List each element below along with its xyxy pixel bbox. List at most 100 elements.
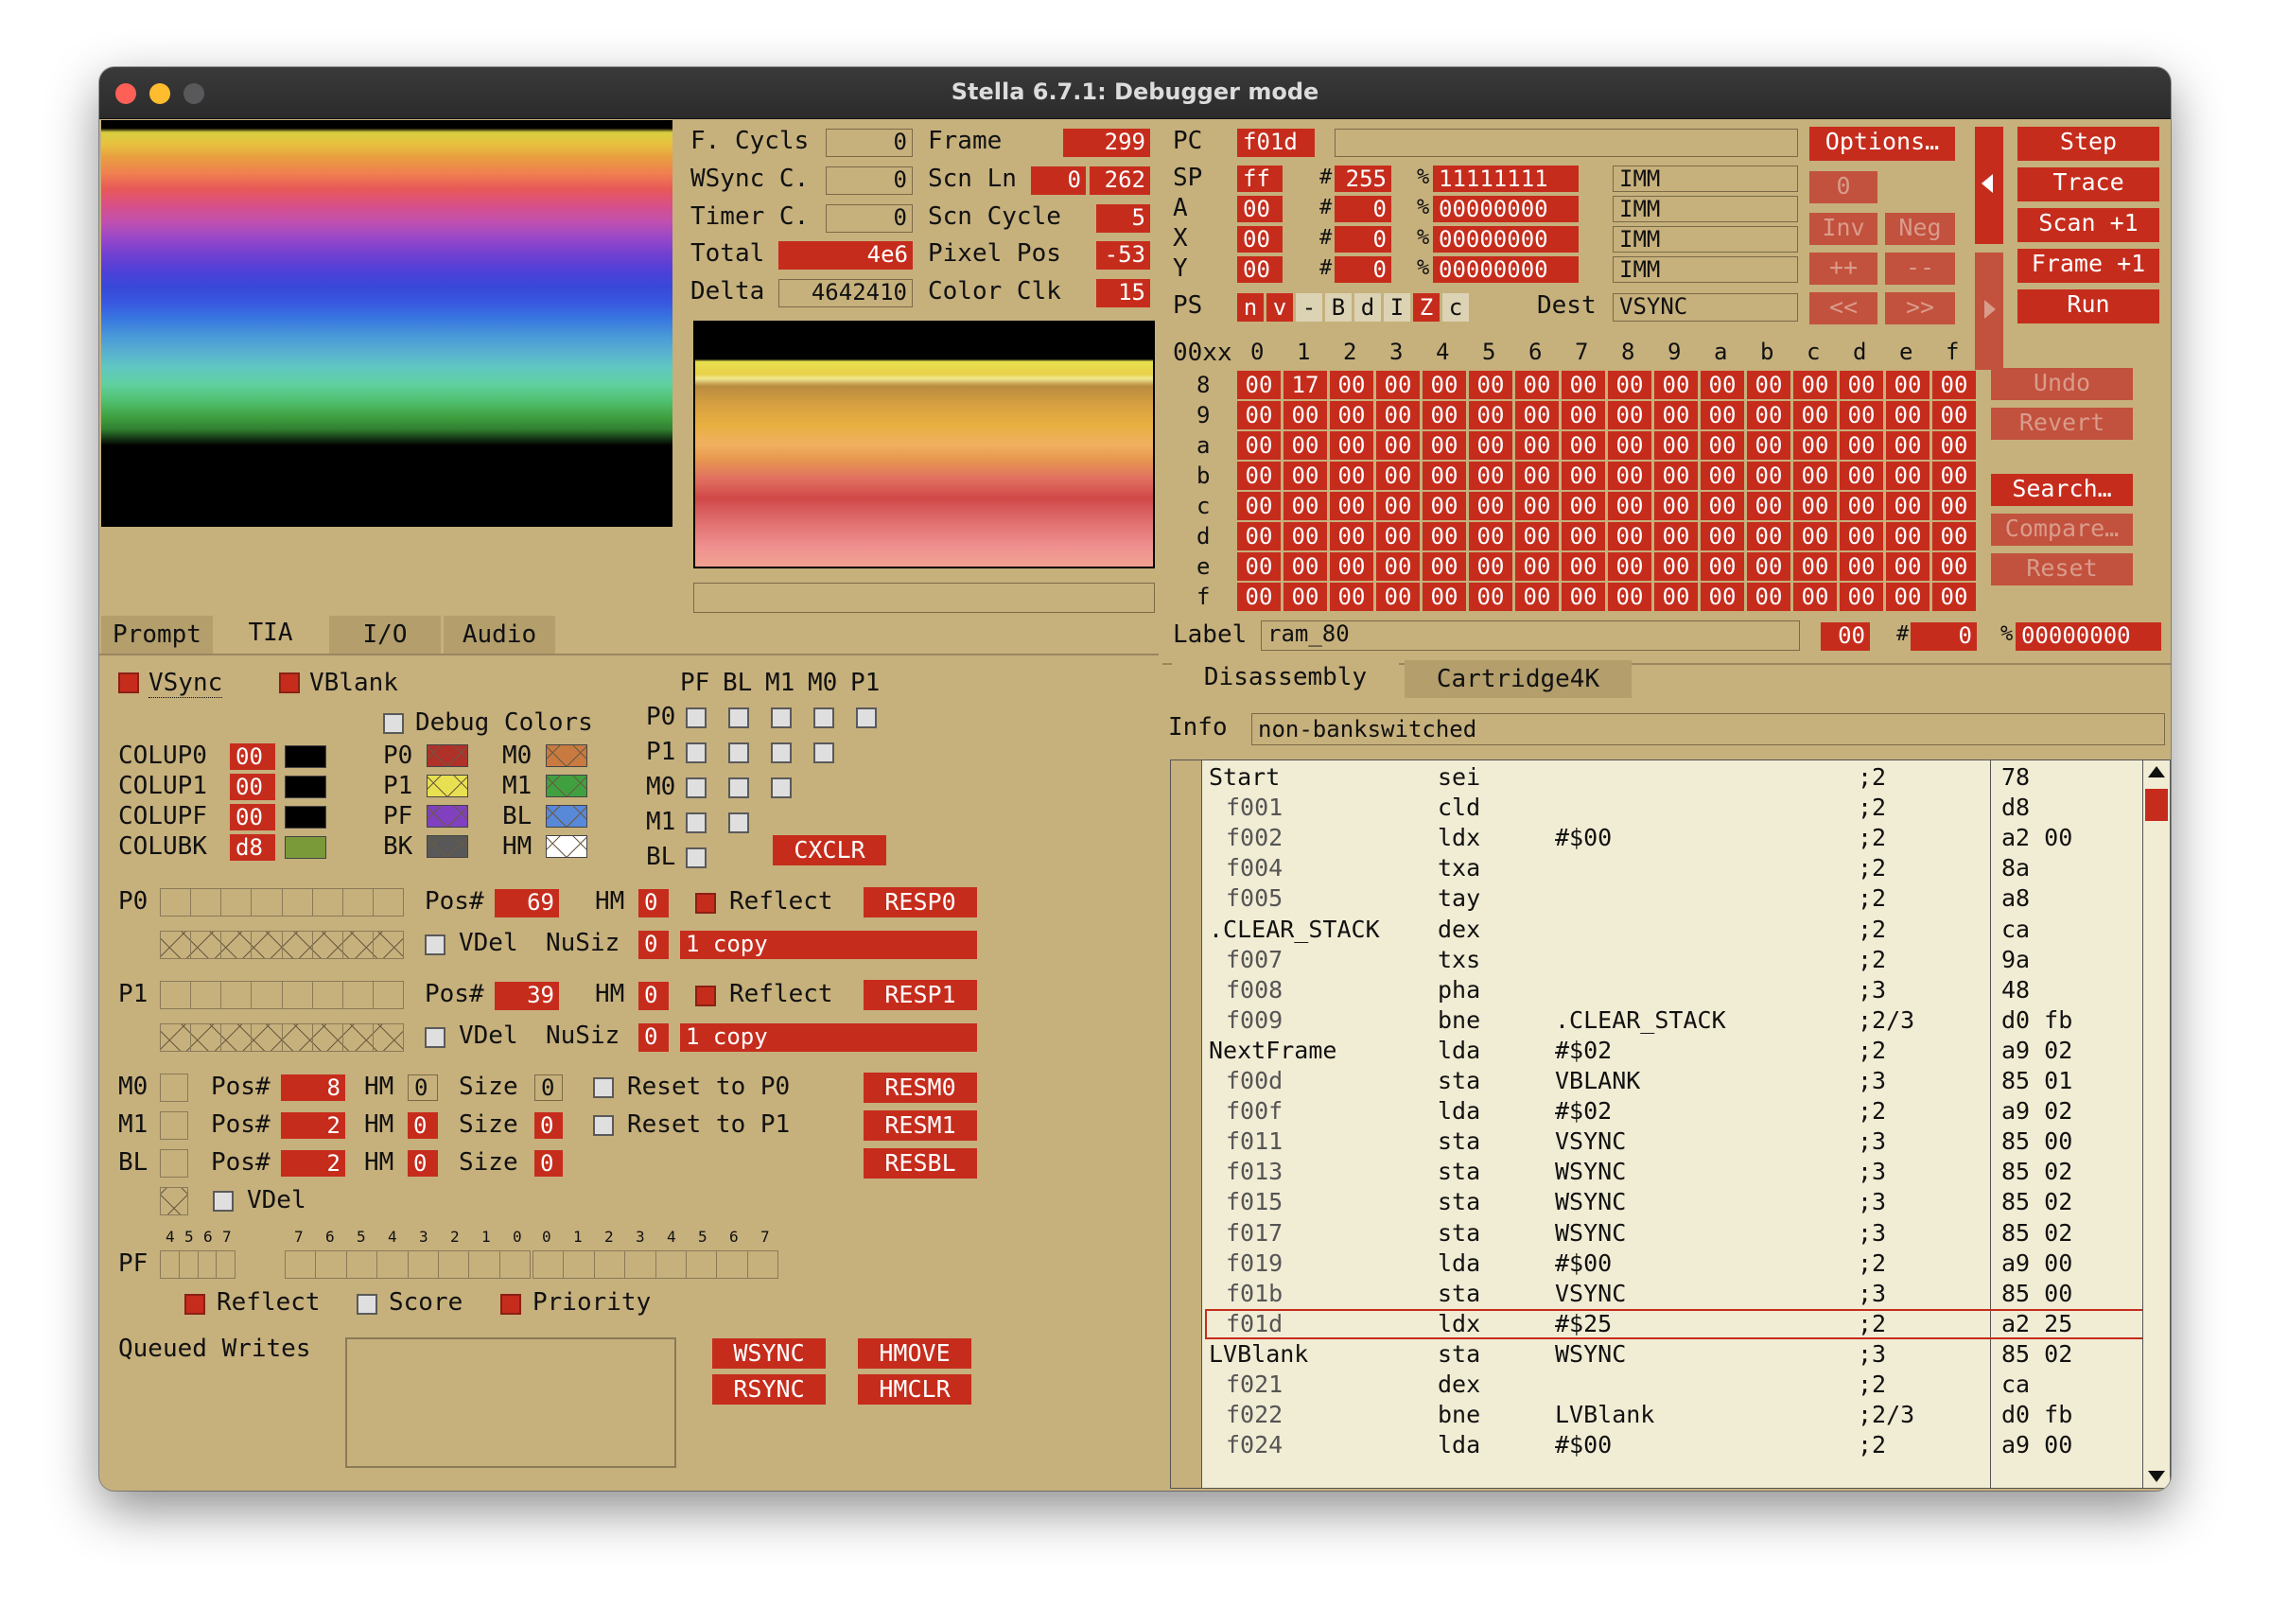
ram-cell[interactable]: 00: [1330, 522, 1373, 550]
revert-button[interactable]: Revert: [1991, 408, 2133, 440]
cxclr-button[interactable]: CXCLR: [773, 835, 886, 865]
ram-cell[interactable]: 00: [1562, 431, 1605, 460]
disassembly-line[interactable]: f013 sta WSYNC ;3 85 02: [1205, 1157, 2170, 1187]
ram-cell[interactable]: 00: [1701, 462, 1744, 490]
tv-screen[interactable]: [101, 120, 672, 527]
ram-cell[interactable]: 00: [1608, 401, 1651, 429]
bl-old-enable[interactable]: [160, 1187, 188, 1215]
ram-cell[interactable]: 00: [1840, 492, 1883, 520]
pf0-graphics[interactable]: [160, 1250, 236, 1279]
ram-cell[interactable]: 00: [1932, 371, 1976, 399]
pf-reflect-checkbox[interactable]: [184, 1294, 205, 1315]
ram-cell[interactable]: 00: [1886, 462, 1930, 490]
disassembly-line[interactable]: Start sei ;2 78: [1205, 762, 2170, 793]
ram-cell[interactable]: 00: [1654, 583, 1698, 611]
ram-cell[interactable]: 00: [1701, 583, 1744, 611]
ram-cell[interactable]: 00: [1793, 552, 1837, 581]
p1-reflect-checkbox[interactable]: [695, 986, 716, 1006]
a-hex[interactable]: 00: [1237, 196, 1283, 222]
ram-cell[interactable]: 00: [1423, 492, 1466, 520]
ram-cell[interactable]: 00: [1840, 552, 1883, 581]
ram-cell[interactable]: 00: [1932, 522, 1976, 550]
tab-prompt[interactable]: Prompt: [101, 616, 213, 654]
ram-cell[interactable]: 00: [1608, 371, 1651, 399]
disassembly-scrollbar[interactable]: [2142, 760, 2170, 1488]
disassembly-line[interactable]: f00d sta VBLANK ;3 85 01: [1205, 1066, 2170, 1096]
reset-to-p1-checkbox[interactable]: [593, 1115, 614, 1136]
scroll-up-icon[interactable]: [2148, 766, 2165, 777]
ram-cell[interactable]: 00: [1515, 583, 1559, 611]
ram-cell[interactable]: 00: [1330, 371, 1373, 399]
ram-cell[interactable]: 00: [1469, 583, 1512, 611]
disassembly-line[interactable]: .CLEAR_STACK dex ;2 ca: [1205, 915, 2170, 945]
zoom-scroll-bar[interactable]: [693, 583, 1155, 613]
disassembly-line[interactable]: f017 sta WSYNC ;3 85 02: [1205, 1218, 2170, 1249]
ram-cell[interactable]: 00: [1701, 401, 1744, 429]
bl-enable[interactable]: [160, 1149, 188, 1178]
ram-cell[interactable]: 00: [1562, 462, 1605, 490]
ram-cell[interactable]: 00: [1423, 462, 1466, 490]
colup1-swatch[interactable]: [285, 776, 326, 798]
ram-cell[interactable]: 00: [1469, 552, 1512, 581]
pf-score-checkbox[interactable]: [357, 1294, 377, 1315]
ram-cell[interactable]: 00: [1840, 371, 1883, 399]
ram-cell[interactable]: 00: [1654, 492, 1698, 520]
debug-colors-checkbox[interactable]: [383, 713, 404, 734]
tia-zoom-view[interactable]: [693, 321, 1155, 568]
colubk-value[interactable]: d8: [230, 834, 275, 861]
ram-cell[interactable]: 00: [1747, 462, 1790, 490]
ps-flag-0[interactable]: n: [1237, 293, 1264, 322]
ram-cell[interactable]: 00: [1423, 552, 1466, 581]
ram-cell[interactable]: 00: [1330, 401, 1373, 429]
colup1-value[interactable]: 00: [230, 774, 275, 800]
ram-cell[interactable]: 00: [1423, 401, 1466, 429]
frame-value[interactable]: 299: [1063, 129, 1150, 157]
ram-cell[interactable]: 00: [1932, 462, 1976, 490]
ram-cell[interactable]: 00: [1840, 431, 1883, 460]
vsync-checkbox[interactable]: [118, 672, 139, 693]
ram-cell[interactable]: 00: [1654, 401, 1698, 429]
disassembly-line[interactable]: NextFrame lda #$02 ;2 a9 02: [1205, 1036, 2170, 1066]
disassembly-line[interactable]: f01b sta VSYNC ;3 85 00: [1205, 1279, 2170, 1309]
collision-checkbox[interactable]: [813, 707, 834, 728]
search-button[interactable]: Search…: [1991, 474, 2133, 506]
ram-cell[interactable]: 00: [1376, 492, 1420, 520]
p1-nusiz-copy[interactable]: 1 copy: [680, 1023, 977, 1052]
collision-checkbox[interactable]: [771, 707, 792, 728]
run-button[interactable]: Run: [2017, 289, 2159, 323]
ram-cell[interactable]: 00: [1886, 583, 1930, 611]
tab-tia[interactable]: TIA: [215, 614, 326, 652]
m0-size-value[interactable]: 0: [534, 1074, 563, 1101]
p0-pos-value[interactable]: 69: [495, 889, 559, 917]
increment-button[interactable]: ++: [1809, 253, 1877, 285]
ram-cell[interactable]: 00: [1932, 401, 1976, 429]
ram-cell[interactable]: 00: [1747, 552, 1790, 581]
pf1-graphics[interactable]: [285, 1250, 531, 1279]
disassembly-line[interactable]: f005 tay ;2 a8: [1205, 883, 2170, 914]
ram-cell[interactable]: 00: [1423, 431, 1466, 460]
frame-button[interactable]: Frame +1: [2017, 249, 2159, 283]
collision-checkbox[interactable]: [771, 742, 792, 763]
ram-cell[interactable]: 00: [1469, 462, 1512, 490]
ram-cell[interactable]: 00: [1747, 492, 1790, 520]
disassembly-line[interactable]: f00f lda #$02 ;2 a9 02: [1205, 1096, 2170, 1126]
rsync-button[interactable]: RSYNC: [712, 1374, 826, 1405]
resp1-button[interactable]: RESP1: [864, 980, 977, 1010]
x-dec[interactable]: 0: [1335, 226, 1391, 253]
ram-cell[interactable]: 00: [1237, 431, 1281, 460]
ram-cell[interactable]: 00: [1237, 583, 1281, 611]
inv-button[interactable]: Inv: [1809, 213, 1877, 245]
p0-nusiz-value[interactable]: 0: [638, 931, 669, 959]
y-hex[interactable]: 00: [1237, 256, 1283, 283]
ram-cell[interactable]: 00: [1840, 583, 1883, 611]
collision-checkbox[interactable]: [728, 777, 749, 798]
p1-vdel-checkbox[interactable]: [425, 1027, 445, 1048]
scroll-down-icon[interactable]: [2148, 1471, 2165, 1482]
resm0-button[interactable]: RESM0: [864, 1073, 977, 1103]
ram-label-field[interactable]: ram_80: [1261, 620, 1800, 651]
ram-cell[interactable]: 00: [1793, 522, 1837, 550]
ram-cell[interactable]: 00: [1562, 492, 1605, 520]
p1-graphics[interactable]: [160, 981, 404, 1009]
ram-cell[interactable]: 00: [1237, 401, 1281, 429]
ram-cell[interactable]: 17: [1283, 371, 1327, 399]
